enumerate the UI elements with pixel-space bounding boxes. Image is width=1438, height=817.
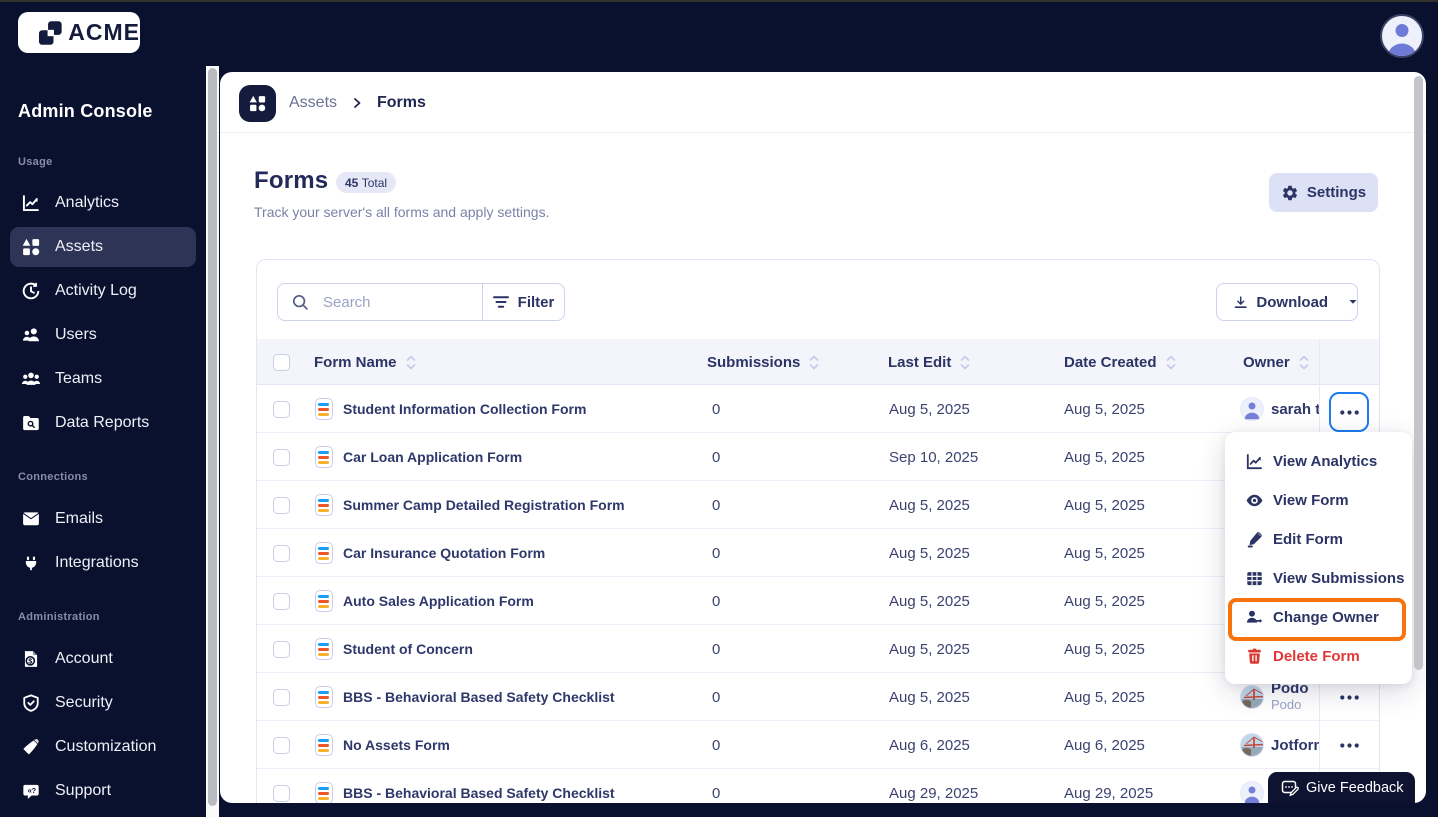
svg-text:?: ? bbox=[32, 786, 36, 795]
